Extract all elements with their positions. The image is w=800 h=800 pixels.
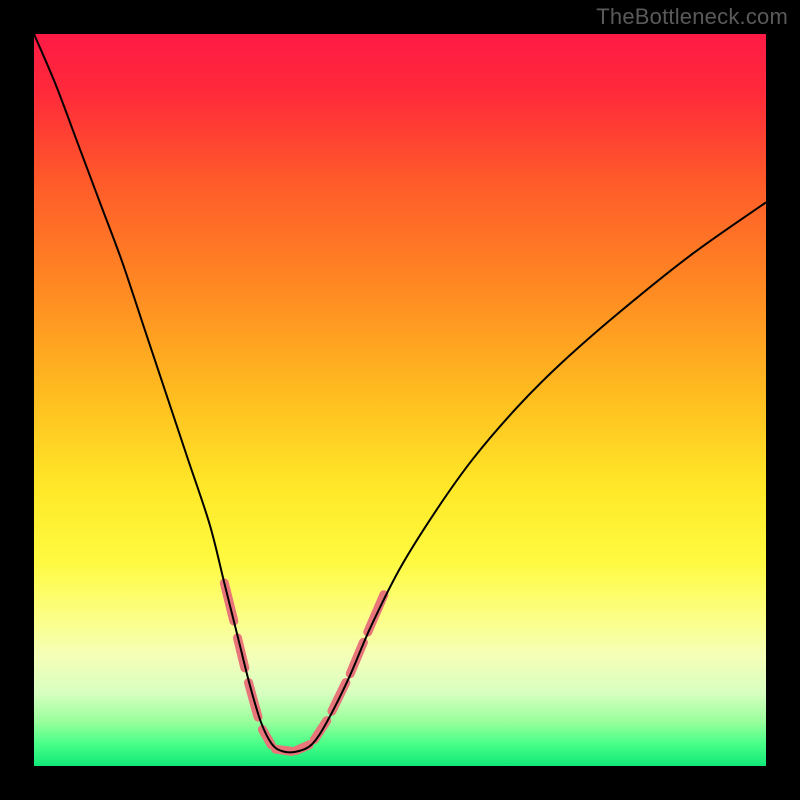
plot-area — [34, 34, 766, 766]
watermark-text: TheBottleneck.com — [596, 4, 788, 30]
gradient-background — [34, 34, 766, 766]
chart-svg — [34, 34, 766, 766]
chart-container: TheBottleneck.com — [0, 0, 800, 800]
